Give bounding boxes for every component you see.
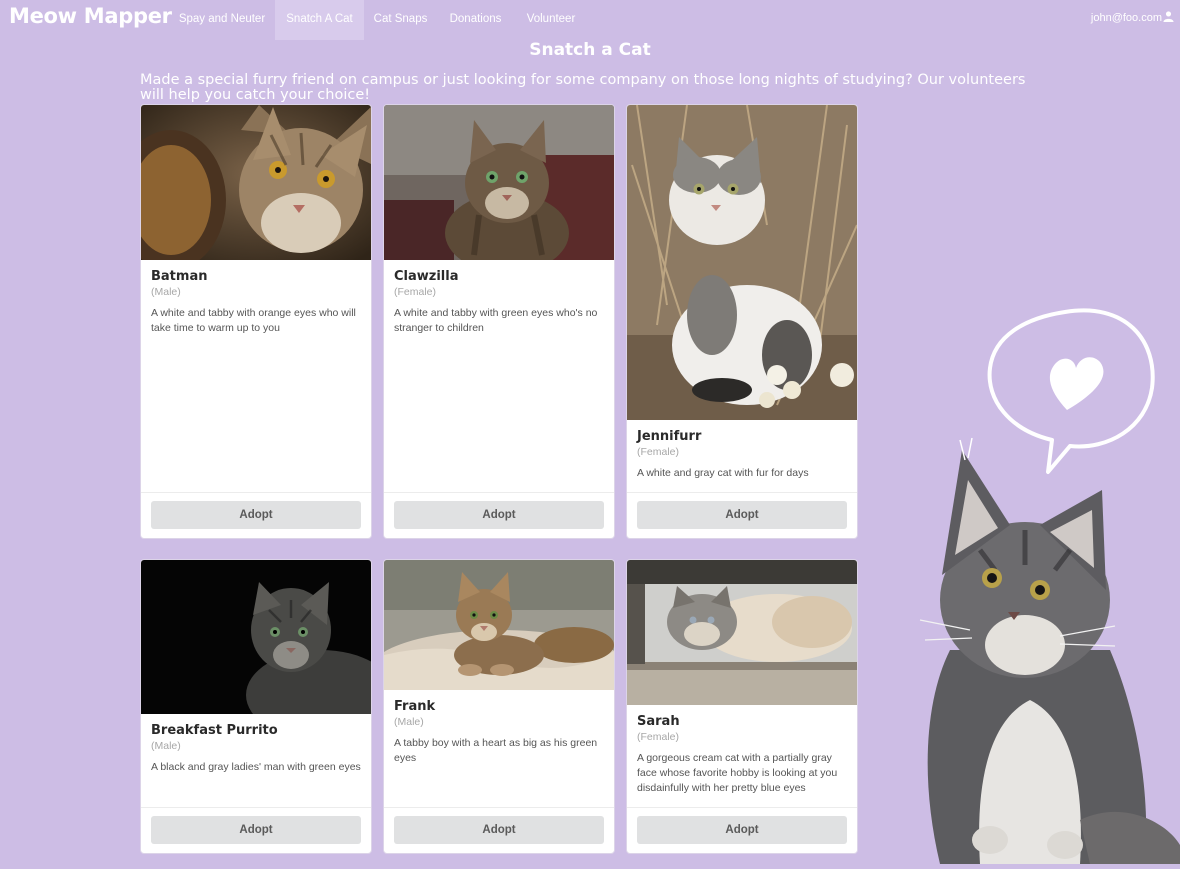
cat-name: Frank <box>394 699 436 714</box>
nav-item-donations[interactable]: Donations <box>440 0 511 40</box>
user-menu[interactable]: john@foo.com <box>1091 0 1174 36</box>
card-footer: Adopt <box>141 492 371 538</box>
cat-photo <box>141 105 371 260</box>
cat-name: Jennifurr <box>637 429 702 444</box>
cat-description: A white and tabby with orange eyes who w… <box>151 307 356 334</box>
cat-card: Breakfast Purrito (Male) A black and gra… <box>140 559 372 854</box>
cat-card: Clawzilla (Female) A white and tabby wit… <box>383 104 615 539</box>
brand-logo[interactable]: Meow Mapper <box>9 4 172 28</box>
adopt-button[interactable]: Adopt <box>394 816 604 844</box>
cat-description: A black and gray ladies' man with green … <box>151 761 361 773</box>
card-footer: Adopt <box>627 807 857 853</box>
cat-card: Frank (Male) A tabby boy with a heart as… <box>383 559 615 854</box>
cat-photo <box>384 105 614 260</box>
cat-gender: (Female) <box>637 446 680 458</box>
cat-photo <box>384 560 614 690</box>
adopt-button[interactable]: Adopt <box>151 816 361 844</box>
cat-photo <box>627 105 857 420</box>
cat-photo <box>141 560 371 714</box>
user-email: john@foo.com <box>1090 12 1162 24</box>
cat-card: Sarah (Female) A gorgeous cream cat with… <box>626 559 858 854</box>
adopt-button[interactable]: Adopt <box>637 501 847 529</box>
cat-description: A white and tabby with green eyes who's … <box>394 307 598 334</box>
card-footer: Adopt <box>141 807 371 853</box>
cat-card: Jennifurr (Female) A white and gray cat … <box>626 104 858 539</box>
top-navbar: Meow Mapper Spay and Neuter Snatch A Cat… <box>0 0 1180 40</box>
nav-item-cat-snaps[interactable]: Cat Snaps <box>366 0 435 40</box>
nav-item-snatch-a-cat[interactable]: Snatch A Cat <box>275 0 364 40</box>
kitten-illustration <box>880 300 1180 864</box>
cat-description: A white and gray cat with fur for days <box>637 467 809 479</box>
cat-description: A tabby boy with a heart as big as his g… <box>394 737 598 764</box>
intro-text: Made a special furry friend on campus or… <box>140 72 1026 103</box>
cat-photo <box>627 560 857 705</box>
page-title: Snatch a Cat <box>529 40 651 60</box>
cat-gender: (Female) <box>637 731 680 743</box>
cat-name: Breakfast Purrito <box>151 723 278 738</box>
card-footer: Adopt <box>384 807 614 853</box>
cat-gender: (Male) <box>394 716 424 728</box>
adopt-button[interactable]: Adopt <box>637 816 847 844</box>
cat-card: Batman (Male) A white and tabby with ora… <box>140 104 372 539</box>
nav-item-spay-and-neuter[interactable]: Spay and Neuter <box>171 0 273 40</box>
user-icon <box>1162 11 1174 24</box>
adopt-button[interactable]: Adopt <box>151 501 361 529</box>
cat-gender: (Male) <box>151 740 181 752</box>
cat-name: Clawzilla <box>394 269 459 284</box>
cat-description: A gorgeous cream cat with a partially gr… <box>637 752 838 794</box>
cat-gender: (Male) <box>151 286 181 298</box>
card-footer: Adopt <box>627 492 857 538</box>
speech-bubble-heart-icon <box>987 308 1155 474</box>
nav-item-volunteer[interactable]: Volunteer <box>517 0 585 40</box>
card-footer: Adopt <box>384 492 614 538</box>
cat-gender: (Female) <box>394 286 437 298</box>
cat-name: Batman <box>151 269 208 284</box>
cat-name: Sarah <box>637 714 680 729</box>
adopt-button[interactable]: Adopt <box>394 501 604 529</box>
